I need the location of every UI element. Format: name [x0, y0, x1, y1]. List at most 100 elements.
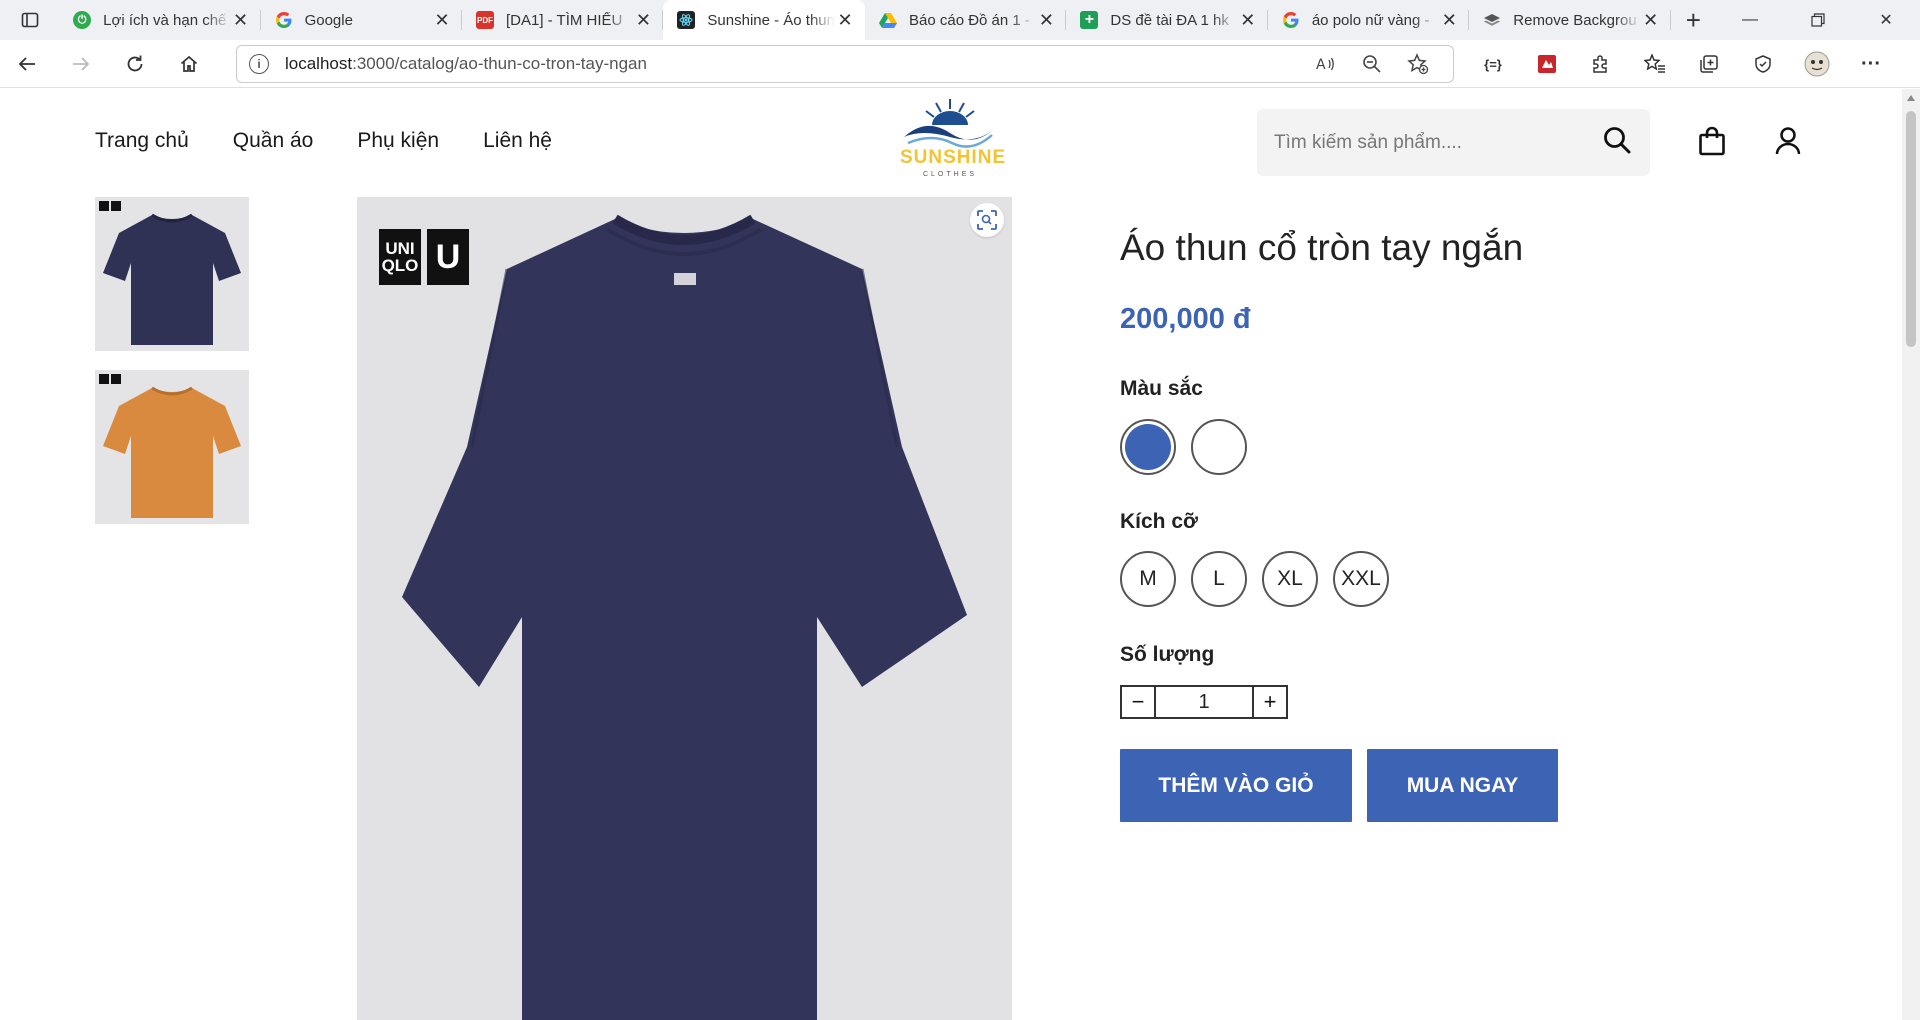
close-tab-icon[interactable]: ✕ [1641, 10, 1661, 31]
search-input[interactable] [1274, 131, 1602, 154]
nav-accessories-link[interactable]: Phụ kiện [357, 129, 439, 153]
scrollbar-thumb[interactable] [1906, 111, 1916, 347]
profile-avatar[interactable] [1790, 40, 1844, 88]
tab-title: DS đề tài ĐA 1 hk [1110, 11, 1229, 29]
site-logo[interactable]: SUNSHINE CLOTHES [900, 95, 1007, 185]
tab-actions-icon[interactable] [0, 0, 59, 40]
browser-tab[interactable]: Remove Backgrou ✕ [1469, 0, 1672, 40]
collections-icon[interactable] [1682, 40, 1736, 88]
browser-essentials-icon[interactable] [1736, 40, 1790, 88]
size-option-l[interactable]: L [1191, 551, 1247, 607]
quantity-stepper: − 1 + [1120, 685, 1288, 719]
browser-tab[interactable]: Báo cáo Đồ án 1 - ✕ [865, 0, 1067, 40]
product-thumbnail-orange[interactable] [95, 370, 249, 524]
orange-tshirt-thumbnail-icon [99, 374, 241, 518]
browser-toolbar: i localhost:3000/catalog/ao-thun-co-tron… [0, 40, 1920, 88]
close-tab-icon[interactable]: ✕ [1439, 10, 1459, 31]
favorites-icon[interactable] [1628, 40, 1682, 88]
close-tab-icon[interactable]: ✕ [1238, 10, 1258, 31]
search-icon[interactable] [1602, 125, 1632, 160]
nav-contact-link[interactable]: Liên hệ [483, 129, 552, 153]
back-button[interactable] [0, 40, 54, 88]
close-tab-icon[interactable]: ✕ [231, 10, 251, 31]
tab-title: Google [304, 11, 353, 29]
extensions-area: {=} ··· [1466, 40, 1898, 88]
browser-tab[interactable]: Google ✕ [261, 0, 463, 40]
window-controls: — ✕ [1716, 0, 1920, 40]
close-tab-icon[interactable]: ✕ [432, 10, 452, 31]
layers-icon [1483, 11, 1501, 29]
nav-home-link[interactable]: Trang chủ [95, 129, 189, 153]
browser-tab[interactable]: PDF [DA1] - TÌM HIỂU ✕ [462, 0, 664, 40]
svg-text:A: A [1316, 57, 1326, 73]
google-icon [1282, 11, 1300, 29]
logo-subtext: CLOTHES [922, 171, 978, 178]
url-path: :3000/catalog/ao-thun-co-tron-tay-ngan [352, 54, 647, 73]
size-option-xl[interactable]: XL [1262, 551, 1318, 607]
site-info-icon[interactable]: i [249, 54, 269, 74]
address-bar[interactable]: i localhost:3000/catalog/ao-thun-co-tron… [236, 45, 1454, 83]
restore-icon[interactable] [1784, 0, 1852, 40]
google-drive-icon [879, 11, 897, 29]
tab-title: Báo cáo Đồ án 1 - [909, 11, 1030, 29]
buy-now-button[interactable]: MUA NGAY [1367, 749, 1558, 822]
google-sheets-icon: + [1080, 11, 1099, 29]
tab-title: Sunshine - Áo thun [707, 11, 835, 29]
quantity-label: Số lượng [1120, 643, 1215, 666]
extensions-puzzle-icon[interactable] [1574, 40, 1628, 88]
close-tab-icon[interactable]: ✕ [1036, 10, 1056, 31]
search-box [1257, 109, 1650, 176]
size-label: Kích cỡ [1120, 510, 1198, 533]
pdf-icon: PDF [475, 11, 494, 29]
add-favorite-icon[interactable] [1395, 53, 1441, 75]
quantity-increase-button[interactable]: + [1254, 687, 1286, 717]
brand-badge: UNI QLO U [379, 229, 469, 285]
zoom-scan-icon [977, 210, 997, 230]
scroll-up-arrow-icon[interactable] [1907, 95, 1915, 101]
red-extension-icon[interactable] [1520, 40, 1574, 88]
close-tab-icon[interactable]: ✕ [633, 10, 653, 31]
browser-tab-active[interactable]: Sunshine - Áo thun ✕ [663, 0, 865, 40]
browser-tab[interactable]: + DS đề tài ĐA 1 hk ✕ [1066, 0, 1269, 40]
settings-more-icon[interactable]: ··· [1844, 40, 1898, 88]
size-option-xxl[interactable]: XXL [1333, 551, 1389, 607]
browser-tab[interactable]: áo polo nữ vàng - ✕ [1268, 0, 1470, 40]
home-button[interactable] [162, 40, 216, 88]
add-to-cart-button[interactable]: THÊM VÀO GIỎ [1120, 749, 1352, 822]
quantity-value[interactable]: 1 [1154, 687, 1254, 717]
code-extension-label: {=} [1484, 56, 1502, 72]
color-dot-blue [1125, 424, 1171, 470]
browser-tab[interactable]: ⏻ Lợi ích và hạn chế ✕ [59, 0, 261, 40]
react-icon [677, 11, 696, 29]
code-extension-icon[interactable]: {=} [1466, 40, 1520, 88]
tab-title: Remove Backgrou [1513, 11, 1637, 29]
address-url[interactable]: localhost:3000/catalog/ao-thun-co-tron-t… [285, 54, 1303, 74]
read-aloud-icon[interactable]: A [1303, 55, 1349, 73]
refresh-button[interactable] [108, 40, 162, 88]
page-viewport: Trang chủ Quần áo Phụ kiện Liên hệ SUNSH… [0, 89, 1902, 1020]
user-account-icon[interactable] [1770, 123, 1806, 159]
new-tab-button[interactable]: + [1671, 5, 1716, 36]
site-navigation: Trang chủ Quần áo Phụ kiện Liên hệ [95, 129, 552, 153]
size-option-m[interactable]: M [1120, 551, 1176, 607]
zoom-out-icon[interactable] [1349, 54, 1395, 74]
close-window-icon[interactable]: ✕ [1852, 0, 1920, 40]
zoom-image-button[interactable] [970, 203, 1004, 237]
page-scrollbar[interactable] [1902, 89, 1920, 1020]
uniqlo-badge: UNI QLO [379, 229, 421, 285]
color-swatch-white[interactable] [1191, 419, 1247, 475]
nav-clothes-link[interactable]: Quần áo [233, 129, 314, 153]
close-tab-icon[interactable]: ✕ [835, 10, 855, 31]
logo-text: SUNSHINE [900, 147, 1007, 168]
forward-button[interactable] [54, 40, 108, 88]
minimize-icon[interactable]: — [1716, 0, 1784, 40]
shopping-bag-icon[interactable] [1694, 123, 1730, 159]
product-title: Áo thun cổ tròn tay ngắn [1120, 227, 1524, 268]
color-dot-white [1196, 424, 1242, 470]
quantity-decrease-button[interactable]: − [1122, 687, 1154, 717]
product-thumbnail-navy[interactable] [95, 197, 249, 351]
tab-title: áo polo nữ vàng - [1311, 11, 1430, 29]
color-label: Màu sắc [1120, 377, 1203, 400]
product-main-image[interactable]: UNI QLO U [357, 197, 1012, 1020]
color-swatch-blue[interactable] [1120, 419, 1176, 475]
